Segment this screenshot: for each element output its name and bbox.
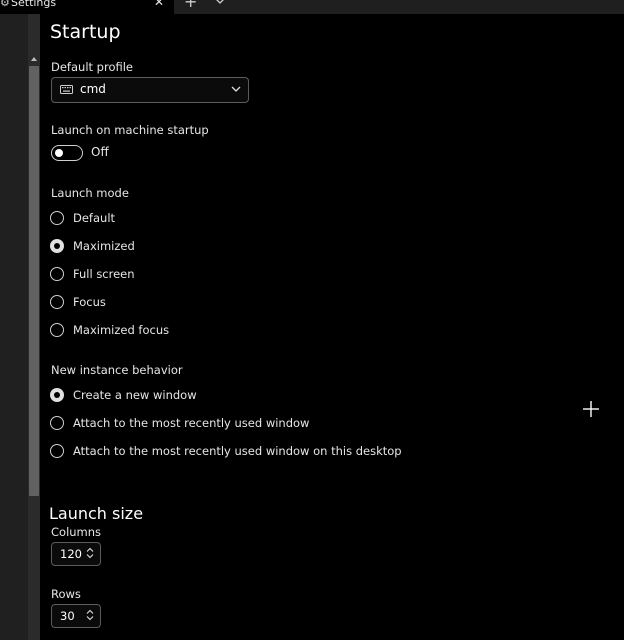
new-tab-button[interactable]: +	[184, 0, 197, 10]
launch-mode-radio-maximized[interactable]	[50, 239, 64, 253]
new-instance-radio-new-window[interactable]	[50, 388, 64, 402]
launch-mode-radio-default[interactable]	[50, 211, 64, 225]
launch-mode-option-label: Maximized	[73, 239, 135, 253]
rows-value: 30	[60, 609, 75, 623]
launch-mode-label: Launch mode	[51, 186, 129, 200]
gear-icon: ⚙	[0, 0, 10, 9]
scrollbar-thumb[interactable]	[29, 66, 39, 496]
rows-number-box[interactable]: 30	[51, 604, 101, 628]
page-title: Startup	[50, 21, 121, 43]
chevron-down-icon	[231, 86, 241, 92]
default-profile-dropdown[interactable]: cmd	[51, 77, 249, 103]
default-profile-label: Default profile	[51, 60, 133, 74]
scrollbar[interactable]	[28, 14, 40, 640]
toggle-knob	[55, 149, 63, 157]
default-profile-value: cmd	[80, 82, 106, 96]
new-instance-radio-attach-desktop[interactable]	[50, 444, 64, 458]
navigation-pane	[0, 14, 28, 640]
launch-size-title: Launch size	[49, 504, 144, 523]
launch-mode-radio-maximized-focus[interactable]	[50, 323, 64, 337]
new-instance-option-label: Attach to the most recently used window	[73, 416, 310, 430]
settings-window: ⚙ Settings ✕ + Startup Default profile c…	[0, 0, 624, 640]
keyboard-icon	[60, 85, 73, 94]
launch-mode-option-label: Default	[73, 211, 116, 225]
scroll-up-arrow-icon[interactable]	[28, 54, 40, 64]
columns-number-box[interactable]: 120	[51, 542, 101, 566]
launch-mode-option-label: Focus	[73, 295, 106, 309]
rows-label: Rows	[51, 587, 81, 601]
up-down-arrows-icon[interactable]	[86, 609, 94, 621]
columns-value: 120	[60, 547, 82, 561]
tab-title: Settings	[11, 0, 57, 9]
settings-content: Startup Default profile cmd Launch on ma…	[40, 14, 624, 640]
launch-mode-option-label: Full screen	[73, 267, 135, 281]
launch-on-startup-label: Launch on machine startup	[51, 123, 209, 137]
columns-label: Columns	[51, 525, 102, 539]
crosshair-cursor-icon	[583, 401, 599, 417]
tab-close-button[interactable]: ✕	[154, 0, 164, 9]
launch-on-startup-toggle[interactable]	[51, 145, 83, 161]
launch-mode-radio-full-screen[interactable]	[50, 267, 64, 281]
new-instance-option-label: Attach to the most recently used window …	[73, 444, 402, 458]
up-down-arrows-icon[interactable]	[86, 547, 94, 559]
launch-mode-radio-focus[interactable]	[50, 295, 64, 309]
chevron-down-icon	[216, 0, 224, 4]
tab-dropdown-button[interactable]	[212, 0, 228, 8]
new-instance-option-label: Create a new window	[73, 388, 197, 402]
new-instance-label: New instance behavior	[51, 363, 183, 377]
launch-mode-option-label: Maximized focus	[73, 323, 170, 337]
tab-bar: ⚙ Settings ✕ +	[0, 0, 624, 14]
new-instance-radio-attach-recent[interactable]	[50, 416, 64, 430]
launch-on-startup-state: Off	[91, 145, 109, 159]
tab-settings[interactable]: ⚙ Settings ✕	[0, 0, 174, 14]
